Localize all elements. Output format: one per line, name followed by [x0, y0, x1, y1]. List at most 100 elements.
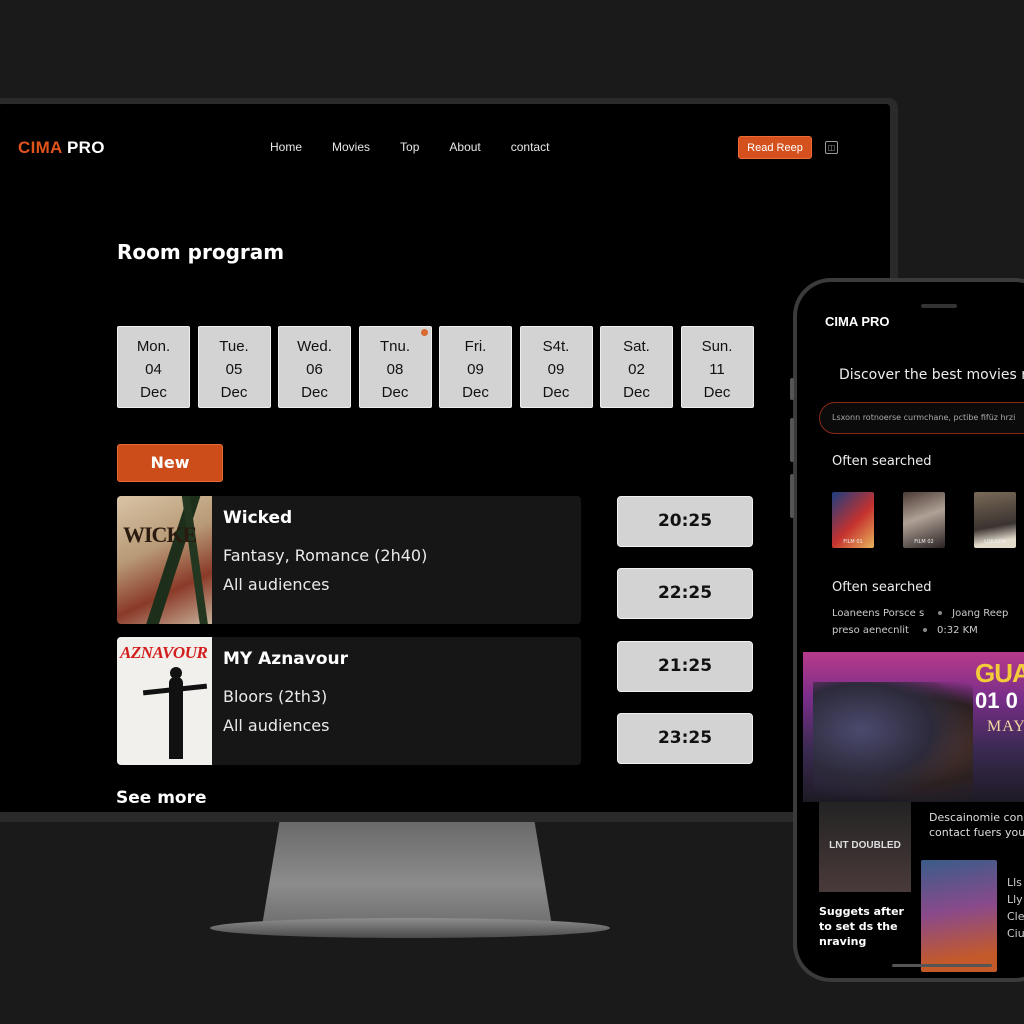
- day-month: Dec: [301, 384, 328, 401]
- day-number: 04: [145, 361, 162, 378]
- showtime-button[interactable]: 23:25: [617, 713, 753, 764]
- movie-poster[interactable]: AZNAVOUR: [117, 637, 212, 765]
- showtime-button[interactable]: 22:25: [617, 568, 753, 619]
- bullet-icon: [938, 611, 943, 615]
- bullet-icon: [922, 628, 927, 632]
- list-item-left: Loaneens Porsce s: [832, 608, 925, 619]
- top-nav: CIMA PRO Home Movies Top About contact R…: [0, 104, 890, 184]
- day-label: Sun.: [701, 338, 733, 355]
- mobile-phone: CIMA PRO Discover the best movies n Lsxo…: [790, 278, 1024, 982]
- mobile-search-input[interactable]: Lsxonn rotnoerse curmchane, pctibe fifüz…: [819, 402, 1024, 434]
- day-number: 09: [467, 361, 484, 378]
- nav-link-top[interactable]: Top: [400, 140, 419, 154]
- movie-genre: Fantasy, Romance (2h40): [223, 546, 428, 565]
- day-label: Tnu.: [379, 338, 410, 355]
- side-list-item: Ciu: [1007, 927, 1024, 940]
- day-tile-wed[interactable]: Wed. 06 Dec: [278, 326, 351, 408]
- day-number: 02: [628, 361, 645, 378]
- movie-audience: All audiences: [223, 575, 330, 594]
- nav-cta-button[interactable]: Read Reep: [738, 136, 812, 159]
- day-month: Dec: [703, 384, 731, 401]
- banner-title: GUA: [975, 658, 1024, 688]
- day-label: S4t.: [542, 338, 570, 355]
- search-thumbnail[interactable]: LOILOOK: [974, 492, 1016, 548]
- poster-title: LNT DOUBLED: [829, 840, 901, 851]
- day-month: Dec: [140, 384, 167, 401]
- showtime-button[interactable]: 21:25: [617, 641, 753, 692]
- phone-speaker: [921, 304, 957, 308]
- movie-poster[interactable]: WICKE: [117, 496, 212, 624]
- side-list-item: Lly: [1007, 893, 1023, 906]
- day-tile-mon[interactable]: Mon. 04 Dec: [117, 326, 190, 408]
- list-item-right: 0:32 KM: [936, 625, 978, 636]
- banner-date: 01 0: [975, 688, 1018, 713]
- mobile-screen: CIMA PRO Discover the best movies n Lsxo…: [797, 282, 1024, 978]
- day-tile-sun[interactable]: Sun. 11 Dec: [680, 326, 754, 408]
- search-thumbnail[interactable]: FILM 02: [903, 492, 945, 548]
- day-month: Dec: [220, 384, 248, 401]
- search-thumbnail[interactable]: FILM 01: [832, 492, 874, 548]
- often-searched-heading: Often searched: [832, 454, 932, 469]
- movie-title: MY Aznavour: [223, 649, 349, 669]
- logo-accent: CIMA: [18, 138, 63, 157]
- day-tile-sat[interactable]: Sat. 02 Dec: [600, 326, 673, 408]
- logo-rest: PRO: [62, 138, 105, 157]
- movie-genre: Bloors (2th3): [223, 687, 328, 706]
- page-title: Room program: [117, 240, 285, 264]
- nav-link-contact[interactable]: contact: [511, 140, 550, 154]
- list-item[interactable]: preso aenecnlit 0:32 KM: [832, 625, 978, 636]
- nav-link-home[interactable]: Home: [270, 140, 302, 154]
- movie-card-wicked[interactable]: WICKE Wicked Fantasy, Romance (2h40) All…: [117, 496, 581, 624]
- day-number: 08: [386, 361, 404, 378]
- side-list-item: Lls: [1007, 876, 1022, 889]
- day-number: 05: [225, 361, 243, 378]
- day-selector: Mon. 04 Dec Tue. 05 Dec Wed. 06 Dec Tnu.…: [117, 326, 761, 408]
- day-label: Tue.: [219, 338, 249, 355]
- desktop-monitor: CIMA PRO Home Movies Top About contact R…: [0, 98, 898, 822]
- nav-links: Home Movies Top About contact: [270, 140, 579, 154]
- showtime-button[interactable]: 20:25: [617, 496, 753, 547]
- day-label: Wed.: [297, 338, 332, 355]
- banner-month: MAY: [987, 718, 1024, 735]
- day-label: Fri.: [464, 338, 487, 355]
- thumbnail-label: FILM 02: [914, 539, 934, 545]
- poster-title: AZNAVOUR: [120, 643, 208, 662]
- movie-poster[interactable]: LNT DOUBLED: [819, 802, 911, 892]
- day-month: Dec: [462, 384, 489, 401]
- day-number: 11: [709, 361, 725, 378]
- day-label: Sat.: [623, 338, 650, 355]
- movie-audience: All audiences: [223, 716, 330, 735]
- movie-title: Wicked: [223, 508, 293, 528]
- day-month: Dec: [542, 384, 570, 401]
- day-tile-fri[interactable]: Fri. 09 Dec: [439, 326, 512, 408]
- monitor-base: [210, 918, 610, 938]
- movie-card-aznavour[interactable]: AZNAVOUR MY Aznavour Bloors (2th3) All a…: [117, 637, 581, 765]
- mobile-logo[interactable]: CIMA PRO: [825, 314, 890, 329]
- mobile-heading: Discover the best movies n: [839, 367, 1024, 383]
- list-item-left: preso aenecnlit: [832, 625, 909, 636]
- monitor-stand: [262, 822, 552, 926]
- movie-poster[interactable]: [921, 860, 997, 972]
- side-list: Lls Lly Cle Ciu: [1007, 874, 1024, 942]
- nav-link-movies[interactable]: Movies: [332, 140, 370, 154]
- square-icon[interactable]: ◫: [825, 141, 838, 154]
- featured-banner[interactable]: GUA 01 0 MAY: [803, 652, 1024, 802]
- side-list-item: Cle: [1007, 910, 1024, 923]
- scroll-indicator[interactable]: [892, 964, 992, 967]
- day-number: 09: [547, 361, 565, 378]
- often-searched-heading: Often searched: [832, 580, 932, 595]
- day-month: Dec: [623, 384, 650, 401]
- logo[interactable]: CIMA PRO: [18, 138, 105, 158]
- description-text: Descainomie con contact fuers you: [929, 811, 1024, 839]
- list-item-right: Joang Reep: [952, 608, 1009, 619]
- day-label: Mon.: [136, 338, 171, 355]
- day-tile-tue[interactable]: Tue. 05 Dec: [197, 326, 271, 408]
- day-number: 06: [306, 361, 323, 378]
- selected-dot-icon: [420, 329, 428, 336]
- see-more-link[interactable]: See more: [116, 788, 207, 808]
- day-tile-thu[interactable]: Tnu. 08 Dec: [358, 326, 432, 408]
- list-item[interactable]: Loaneens Porsce s Joang Reep: [832, 608, 1008, 619]
- new-filter-button[interactable]: New: [117, 444, 223, 482]
- day-tile-s4t[interactable]: S4t. 09 Dec: [519, 326, 593, 408]
- nav-link-about[interactable]: About: [449, 140, 480, 154]
